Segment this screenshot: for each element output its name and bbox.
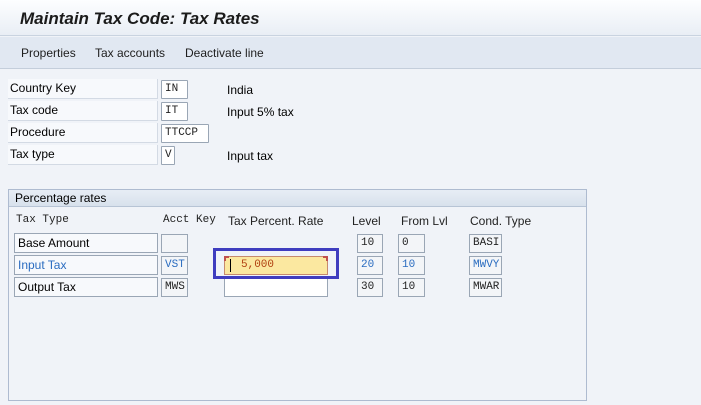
- procedure-label: Procedure: [8, 123, 158, 143]
- tax-code-field[interactable]: IT: [161, 102, 188, 121]
- tax-type-description: Input tax: [227, 149, 274, 163]
- deactivate-line-button[interactable]: Deactivate line: [185, 46, 264, 60]
- col-acct-key: Acct Key: [163, 214, 216, 226]
- row-tax-type-output-tax: Output Tax: [14, 277, 158, 297]
- row-from-lvl-base-amount: 0: [398, 234, 425, 253]
- properties-button[interactable]: Properties: [21, 46, 76, 60]
- row-from-lvl-input-tax: 10: [398, 256, 425, 275]
- country-key-description: India: [227, 83, 254, 97]
- col-from-lvl: From Lvl: [401, 214, 448, 228]
- tax-code-label: Tax code: [8, 101, 158, 121]
- col-tax-percent-rate: Tax Percent. Rate: [228, 214, 324, 228]
- tax-type-field[interactable]: V: [161, 146, 175, 165]
- row-rate-output-tax[interactable]: [224, 278, 328, 297]
- row-level-input-tax: 20: [357, 256, 383, 275]
- title-bar: Maintain Tax Code: Tax Rates: [0, 0, 701, 36]
- row-level-base-amount: 10: [357, 234, 383, 253]
- tax-type-label: Tax type: [8, 145, 158, 165]
- row-acct-key-output-tax: MWS: [161, 278, 188, 297]
- col-cond-type: Cond. Type: [470, 214, 532, 228]
- row-tax-type-input-tax: Input Tax: [14, 255, 158, 275]
- procedure-field[interactable]: TTCCP: [161, 124, 209, 143]
- row-acct-key-base-amount: [161, 234, 188, 253]
- row-acct-key-input-tax: VST: [161, 256, 188, 275]
- row-cond-type-base-amount: BASI: [469, 234, 502, 253]
- row-cond-type-output-tax: MWAR: [469, 278, 502, 297]
- tax-accounts-button[interactable]: Tax accounts: [95, 46, 165, 60]
- page-title: Maintain Tax Code: Tax Rates: [20, 9, 260, 28]
- col-tax-type: Tax Type: [16, 214, 69, 226]
- country-key-label: Country Key: [8, 79, 158, 99]
- tax-code-description: Input 5% tax: [227, 105, 294, 119]
- row-cond-type-input-tax: MWVY: [469, 256, 502, 275]
- row-level-output-tax: 30: [357, 278, 383, 297]
- focus-highlight-frame: [213, 248, 339, 279]
- col-level: Level: [352, 214, 381, 228]
- country-key-field[interactable]: IN: [161, 80, 188, 99]
- percentage-rates-title: Percentage rates: [9, 190, 586, 207]
- row-tax-type-base-amount: Base Amount: [14, 233, 158, 253]
- application-toolbar: Properties Tax accounts Deactivate line: [0, 37, 701, 69]
- row-from-lvl-output-tax: 10: [398, 278, 425, 297]
